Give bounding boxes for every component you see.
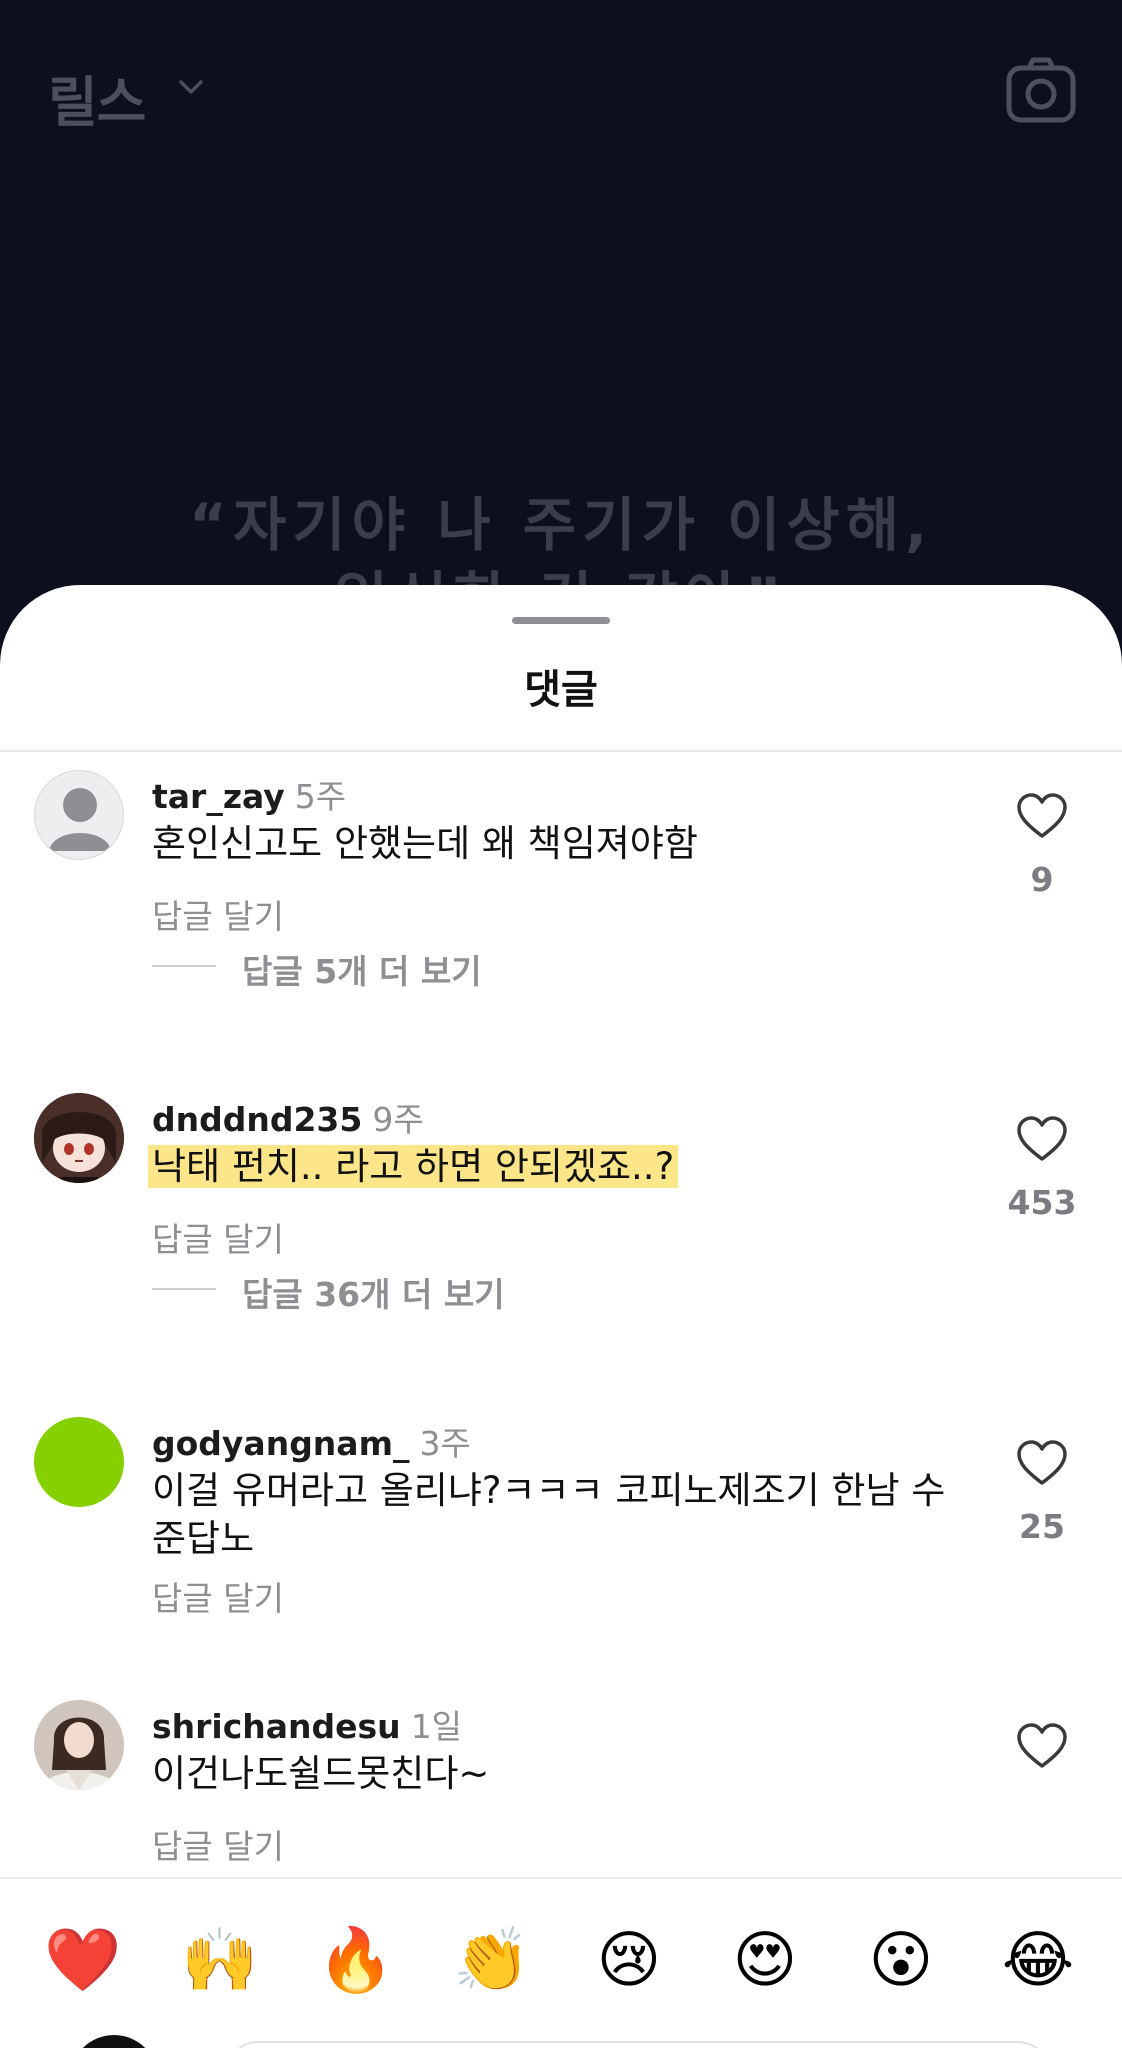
- comment-username[interactable]: godyangnam_: [152, 1424, 409, 1463]
- comment-text: 낙태 펀치.. 라고 하면 안되겠죠..?: [148, 1143, 972, 1191]
- raising-hands-emoji[interactable]: 🙌: [175, 1915, 265, 2005]
- heart-icon[interactable]: [1016, 1439, 1068, 1487]
- comment-time: 3주: [419, 1424, 471, 1463]
- crying-face-emoji[interactable]: 😢: [584, 1915, 674, 2005]
- default-avatar-icon: [49, 788, 111, 851]
- avatar[interactable]: [34, 1700, 124, 1790]
- anime-avatar-icon: [34, 1093, 124, 1183]
- tears-of-joy-emoji[interactable]: 😂: [993, 1915, 1083, 2005]
- heart-icon[interactable]: [1016, 1722, 1068, 1770]
- divider: [0, 750, 1122, 752]
- like-count: 453: [1007, 1183, 1077, 1222]
- comment-text: 혼인신고도 안했는데 왜 책임져야함: [152, 822, 698, 865]
- replies-line: [152, 1288, 216, 1290]
- comment-header: tar_zay 5주: [152, 770, 346, 818]
- reply-button[interactable]: 답글 달기: [152, 890, 284, 938]
- like-count: 25: [1019, 1507, 1065, 1546]
- reel-caption-line-1: “자기야 나 주기가 이상해,: [188, 491, 934, 559]
- replies-line: [152, 965, 216, 967]
- comment-username[interactable]: shrichandesu: [152, 1707, 401, 1746]
- like-count: 9: [1030, 860, 1054, 899]
- emoji-reaction-bar: ❤️ 🙌 🔥 👏 😢 😍 😮 😂: [0, 1915, 1122, 2005]
- camera-icon[interactable]: [1005, 56, 1077, 128]
- clapping-hands-emoji[interactable]: 👏: [447, 1915, 537, 2005]
- comment-header: dnddnd235 9주: [152, 1093, 424, 1141]
- reply-button[interactable]: 답글 달기: [152, 1213, 284, 1261]
- reply-button[interactable]: 답글 달기: [152, 1820, 284, 1868]
- avatar[interactable]: [34, 1093, 124, 1183]
- surprised-face-emoji[interactable]: 😮: [856, 1915, 946, 2005]
- comment-text: 이걸 유머라고 올리냐?ㅋㅋㅋ 코피노제조기 한남 수준답노: [152, 1469, 946, 1560]
- avatar[interactable]: [34, 770, 124, 860]
- view-more-label[interactable]: 답글 5개 더 보기: [242, 945, 482, 993]
- my-avatar: [70, 2035, 158, 2048]
- chevron-down-icon[interactable]: [176, 72, 206, 102]
- comments-sheet: 댓글 tar_zay 5주 혼인신고도 안했는데 왜 책임져야함 답글 달기 9 …: [0, 585, 1122, 2048]
- comment-header: godyangnam_ 3주: [152, 1417, 471, 1465]
- fire-emoji[interactable]: 🔥: [311, 1915, 401, 2005]
- divider: [0, 1877, 1122, 1879]
- sheet-title: 댓글: [524, 667, 598, 713]
- photo-avatar-icon: [34, 1700, 124, 1790]
- comment-username[interactable]: dnddnd235: [152, 1100, 362, 1139]
- comment-header: shrichandesu 1일: [152, 1700, 462, 1748]
- sheet-grabber[interactable]: [512, 617, 610, 624]
- red-heart-emoji[interactable]: ❤️: [38, 1915, 128, 2005]
- comment-username[interactable]: tar_zay: [152, 777, 285, 816]
- comment-time: 1일: [410, 1707, 463, 1746]
- comment-input[interactable]: [226, 2041, 1050, 2048]
- reels-title[interactable]: 릴스: [48, 58, 146, 137]
- reply-button[interactable]: 답글 달기: [152, 1572, 284, 1620]
- heart-eyes-emoji[interactable]: 😍: [720, 1915, 810, 2005]
- comment-text: 이건나도쉴드못친다~: [152, 1752, 490, 1795]
- comment-time: 5주: [294, 777, 347, 816]
- view-more-label[interactable]: 답글 36개 더 보기: [242, 1268, 505, 1316]
- comment-time: 9주: [372, 1100, 424, 1139]
- heart-icon[interactable]: [1016, 1115, 1068, 1163]
- heart-icon[interactable]: [1016, 792, 1068, 840]
- highlighted-text: 낙태 펀치.. 라고 하면 안되겠죠..?: [148, 1145, 679, 1188]
- avatar[interactable]: [34, 1417, 124, 1507]
